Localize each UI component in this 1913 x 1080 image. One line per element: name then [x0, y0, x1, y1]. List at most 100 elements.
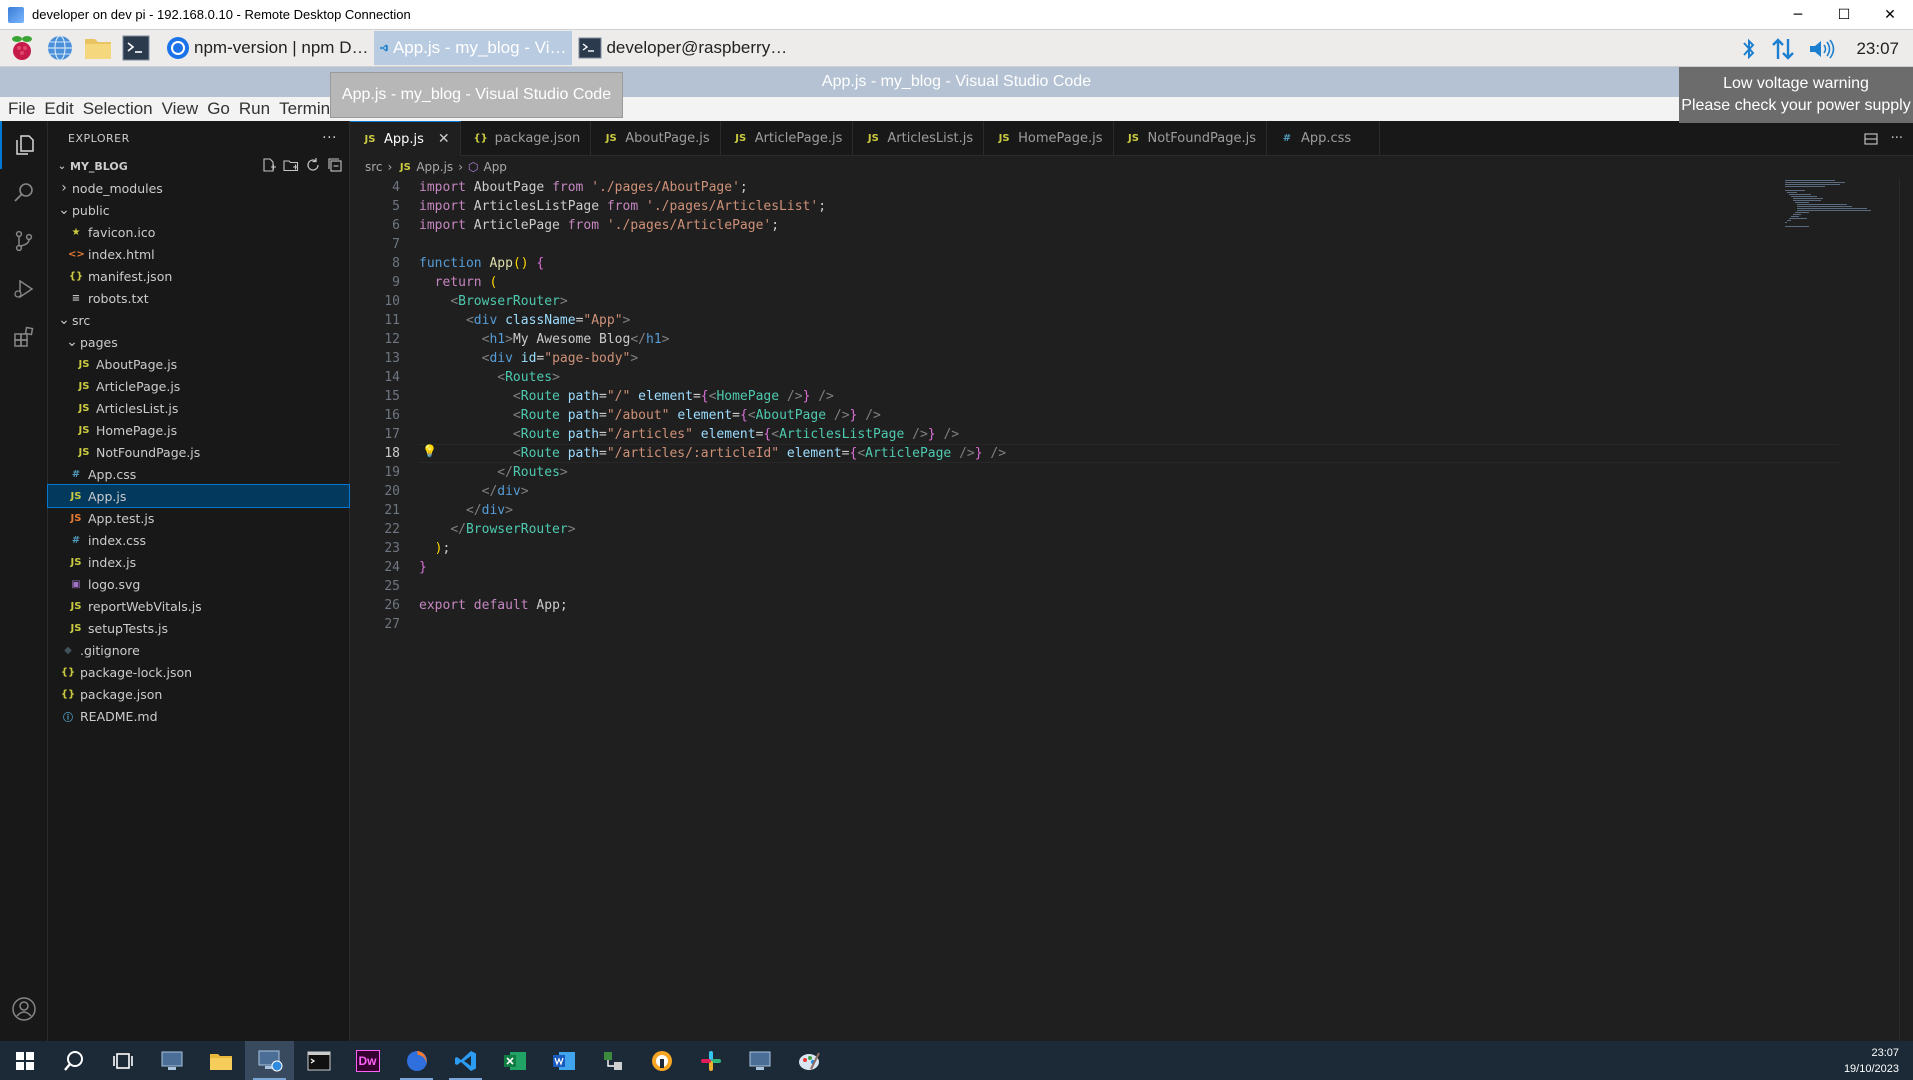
- new-folder-icon[interactable]: [283, 157, 299, 173]
- tab-close-icon[interactable]: ✕: [438, 131, 450, 147]
- file-explorer-icon[interactable]: [196, 1041, 245, 1080]
- code-line[interactable]: </div>: [419, 501, 513, 520]
- slack-icon[interactable]: [686, 1041, 735, 1080]
- windows-clock[interactable]: 23:07 19/10/2023: [1844, 1045, 1899, 1077]
- tree-file[interactable]: {} package.json: [48, 683, 349, 705]
- tree-file[interactable]: JS reportWebVitals.js: [48, 595, 349, 617]
- dreamweaver-icon[interactable]: Dw: [343, 1041, 392, 1080]
- code-editor[interactable]: 4 5 6 7 8 9 10 11 12 13 14 15 16 17 18 19 20 21 22 23 24 25 26…: [350, 178, 1913, 1041]
- excel-icon[interactable]: [490, 1041, 539, 1080]
- network-app-icon[interactable]: [588, 1041, 637, 1080]
- split-editor-icon[interactable]: [1863, 131, 1879, 147]
- terminal-launcher-icon[interactable]: [120, 32, 152, 64]
- task-view-icon[interactable]: [98, 1041, 147, 1080]
- menu-selection[interactable]: Selection: [81, 99, 160, 119]
- menu-edit[interactable]: Edit: [42, 99, 80, 119]
- tree-file[interactable]: ◆ .gitignore: [48, 639, 349, 661]
- project-folder[interactable]: ⌄ MY_BLOG: [48, 155, 349, 177]
- new-file-icon[interactable]: [261, 157, 277, 173]
- remote-desktop-active-icon[interactable]: [245, 1041, 294, 1080]
- breadcrumb-symbol[interactable]: App: [483, 160, 506, 174]
- paint-icon[interactable]: [784, 1041, 833, 1080]
- code-line[interactable]: </Routes>: [419, 463, 567, 482]
- code-line[interactable]: <Route path="/about" element={<AboutPage…: [419, 406, 881, 425]
- tab-homepage-js[interactable]: JS HomePage.js: [984, 121, 1114, 156]
- close-button[interactable]: ✕: [1867, 0, 1913, 30]
- refresh-icon[interactable]: [305, 157, 321, 173]
- code-line[interactable]: <Route path="/articles/:articleId" eleme…: [419, 444, 1006, 463]
- tree-folder[interactable]: ⌄ src: [48, 309, 349, 331]
- tree-file[interactable]: ≡ robots.txt: [48, 287, 349, 309]
- editor-scrollbar[interactable]: [1899, 178, 1913, 1041]
- maximize-button[interactable]: ☐: [1821, 0, 1867, 30]
- tree-file[interactable]: JS ArticlePage.js: [48, 375, 349, 397]
- tree-file[interactable]: # App.css: [48, 463, 349, 485]
- code-line[interactable]: import ArticlesListPage from './pages/Ar…: [419, 197, 826, 216]
- tree-file[interactable]: JS App.test.js: [48, 507, 349, 529]
- code-line[interactable]: <BrowserRouter>: [419, 292, 567, 311]
- tree-file[interactable]: JS index.js: [48, 551, 349, 573]
- lightbulb-icon[interactable]: 💡: [422, 444, 437, 458]
- tree-file[interactable]: JS NotFoundPage.js: [48, 441, 349, 463]
- menu-file[interactable]: File: [6, 99, 42, 119]
- tree-file[interactable]: JS App.js: [47, 484, 350, 508]
- tree-file[interactable]: ⓘ README.md: [48, 705, 349, 727]
- tree-file[interactable]: ▣ logo.svg: [48, 573, 349, 595]
- breadcrumb-folder[interactable]: src: [365, 160, 383, 174]
- minimize-button[interactable]: ─: [1775, 0, 1821, 30]
- code-line[interactable]: <div id="page-body">: [419, 349, 639, 368]
- editor-more-icon[interactable]: ···: [1891, 131, 1903, 146]
- code-line[interactable]: </BrowserRouter>: [419, 520, 575, 539]
- run-debug-icon[interactable]: [0, 265, 48, 313]
- task-terminal[interactable]: developer@raspberry…: [572, 31, 793, 65]
- code-line[interactable]: import ArticlePage from './pages/Article…: [419, 216, 779, 235]
- extensions-icon[interactable]: [0, 313, 48, 361]
- network-arrows-icon[interactable]: [1770, 36, 1796, 62]
- windows-search-icon[interactable]: [49, 1041, 98, 1080]
- command-prompt-icon[interactable]: [294, 1041, 343, 1080]
- vscode-taskbar-icon[interactable]: [441, 1041, 490, 1080]
- code-line[interactable]: );: [419, 539, 451, 558]
- tree-file[interactable]: JS HomePage.js: [48, 419, 349, 441]
- tree-file[interactable]: {} manifest.json: [48, 265, 349, 287]
- file-manager-icon[interactable]: [82, 32, 114, 64]
- tree-file[interactable]: JS setupTests.js: [48, 617, 349, 639]
- tab-app-js[interactable]: JS App.js ✕: [350, 121, 461, 156]
- menu-view[interactable]: View: [160, 99, 206, 119]
- code-line[interactable]: <h1>My Awesome Blog</h1>: [419, 330, 670, 349]
- breadcrumb-file[interactable]: App.js: [416, 160, 453, 174]
- search-icon[interactable]: [0, 169, 48, 217]
- code-line[interactable]: <Routes>: [419, 368, 560, 387]
- tab-app-css[interactable]: # App.css: [1267, 121, 1380, 156]
- raspberry-menu-icon[interactable]: [6, 32, 38, 64]
- code-line[interactable]: function App() {: [419, 254, 544, 273]
- task-chromium[interactable]: npm-version | npm D…: [160, 31, 374, 65]
- start-icon[interactable]: [0, 1041, 49, 1080]
- volume-icon[interactable]: [1808, 37, 1836, 61]
- code-line[interactable]: }: [419, 558, 427, 577]
- tab-aboutpage-js[interactable]: JS AboutPage.js: [591, 121, 721, 156]
- more-actions-icon[interactable]: ···: [322, 130, 337, 146]
- tree-folder[interactable]: ⌄ pages: [48, 331, 349, 353]
- tree-folder[interactable]: ⌄ public: [48, 199, 349, 221]
- menu-run[interactable]: Run: [237, 99, 277, 119]
- circle-app-icon[interactable]: [637, 1041, 686, 1080]
- remote-desktop-app-icon-2[interactable]: [735, 1041, 784, 1080]
- explorer-icon[interactable]: [0, 121, 48, 169]
- tree-file[interactable]: JS AboutPage.js: [48, 353, 349, 375]
- bluetooth-icon[interactable]: [1740, 36, 1758, 62]
- tab-articlepage-js[interactable]: JS ArticlePage.js: [721, 121, 854, 156]
- tab-package-json[interactable]: {} package.json: [461, 121, 592, 156]
- firefox-icon[interactable]: [392, 1041, 441, 1080]
- tree-file[interactable]: <> index.html: [48, 243, 349, 265]
- tab-notfoundpage-js[interactable]: JS NotFoundPage.js: [1114, 121, 1267, 156]
- source-control-icon[interactable]: [0, 217, 48, 265]
- tab-articleslist-js[interactable]: JS ArticlesList.js: [853, 121, 985, 156]
- collapse-all-icon[interactable]: [327, 157, 343, 173]
- task-vscode[interactable]: App.js - my_blog - Vi…: [374, 31, 573, 65]
- code-line[interactable]: <div className="App">: [419, 311, 630, 330]
- code-line[interactable]: <Route path="/articles" element={<Articl…: [419, 425, 959, 444]
- account-icon[interactable]: [0, 985, 48, 1033]
- word-icon[interactable]: [539, 1041, 588, 1080]
- remote-desktop-app-icon[interactable]: [147, 1041, 196, 1080]
